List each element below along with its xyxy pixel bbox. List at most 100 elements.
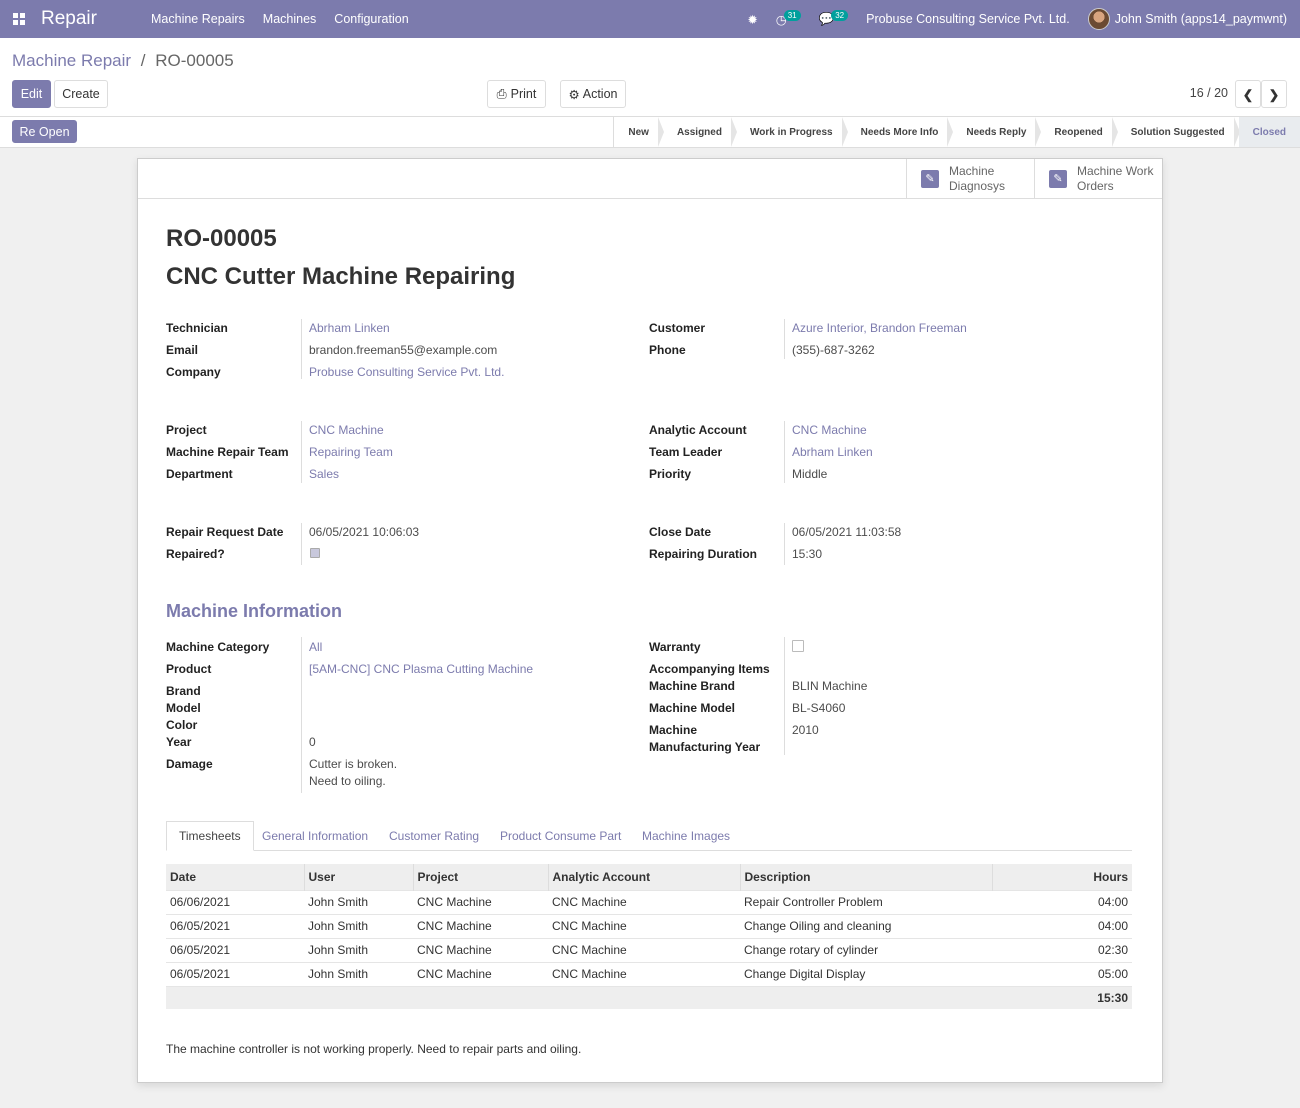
cell-description: Change Digital Display — [740, 961, 992, 986]
tab-general-information[interactable]: General Information — [250, 821, 380, 851]
mfg-year-label-line-2: Manufacturing Year — [649, 740, 761, 754]
tab-customer-rating[interactable]: Customer Rating — [377, 821, 491, 851]
product-label: Product — [166, 662, 212, 676]
print-label: Print — [510, 87, 537, 101]
cell-analytic-account: CNC Machine — [548, 937, 740, 962]
stage-needs-more-info[interactable]: Needs More Info — [847, 117, 954, 147]
user-menu[interactable]: John Smith (apps14_paymwnt) — [1087, 8, 1287, 30]
close-date-field[interactable]: 06/05/2021 11:03:58 — [792, 525, 901, 539]
department-field[interactable]: Sales — [309, 467, 339, 481]
team-leader-field[interactable]: Abrham Linken — [792, 445, 873, 459]
tab-product-consume-part[interactable]: Product Consume Part — [488, 821, 633, 851]
column-description[interactable]: Description — [739, 864, 992, 890]
stage-needs-reply[interactable]: Needs Reply — [952, 117, 1042, 147]
section-title: Machine Information — [166, 601, 343, 621]
project-field[interactable]: CNC Machine — [309, 423, 384, 437]
stage-closed[interactable]: Closed — [1238, 117, 1300, 147]
stage-reopened[interactable]: Reopened — [1040, 117, 1119, 147]
field-divider — [784, 637, 785, 755]
repaired-checkbox[interactable] — [310, 548, 320, 558]
stage-work-in-progress[interactable]: Work in Progress — [736, 117, 848, 147]
warranty-checkbox[interactable] — [792, 640, 804, 652]
bug-icon[interactable]: ✹ — [747, 12, 757, 27]
breadcrumb-current: RO-00005 — [155, 51, 234, 70]
email-field[interactable]: brandon.freeman55@example.com — [309, 343, 497, 357]
column-project[interactable]: Project — [412, 864, 548, 890]
apps-menu-icon[interactable] — [0, 0, 38, 38]
table-row[interactable]: 06/05/2021 John Smith CNC Machine CNC Ma… — [166, 913, 1132, 938]
status-bar: Re Open New Assigned Work in Progress Ne… — [0, 117, 1300, 148]
cell-project: CNC Machine — [413, 889, 548, 914]
chevron-left-icon: ❮ — [1242, 87, 1254, 102]
edit-button[interactable]: Edit — [12, 80, 51, 108]
machine-model-field[interactable]: BL-S4060 — [792, 701, 845, 715]
duration-field[interactable]: 15:30 — [792, 547, 822, 561]
table-row[interactable]: 06/06/2021 John Smith CNC Machine CNC Ma… — [166, 889, 1132, 914]
field-divider — [784, 421, 785, 483]
field-divider — [301, 637, 302, 793]
create-button[interactable]: Create — [54, 80, 108, 108]
company-field[interactable]: Probuse Consulting Service Pvt. Ltd. — [309, 365, 504, 379]
menu-configuration[interactable]: Configuration — [334, 12, 408, 26]
phone-field[interactable]: (355)-687-3262 — [792, 343, 875, 357]
total-hours: 15:30 — [992, 985, 1132, 1009]
column-user[interactable]: User — [303, 864, 413, 890]
pager-next-button[interactable]: ❯ — [1261, 80, 1287, 108]
cell-date: 06/05/2021 — [166, 937, 304, 962]
mfg-year-label-line-1: Machine — [649, 723, 698, 737]
pager-value[interactable]: 16 / 20 — [1190, 86, 1228, 100]
action-button[interactable]: ⚙ Action — [560, 80, 626, 108]
stage-assigned[interactable]: Assigned — [663, 117, 737, 147]
machine-diagnosys-label: Machine Diagnosys — [949, 164, 1005, 194]
year-field[interactable]: 0 — [309, 735, 316, 749]
stage-solution-suggested[interactable]: Solution Suggested — [1117, 117, 1240, 147]
damage-line-1[interactable]: Cutter is broken. — [309, 757, 397, 771]
year-label: Year — [166, 735, 192, 749]
messages-icon[interactable]: 💬 32 — [819, 9, 849, 27]
machine-brand-field[interactable]: BLIN Machine — [792, 679, 867, 693]
close-date-label: Close Date — [649, 525, 712, 539]
repair-team-field[interactable]: Repairing Team — [309, 445, 393, 459]
app-name[interactable]: Repair — [41, 8, 151, 30]
tab-timesheets[interactable]: Timesheets — [166, 821, 254, 851]
machine-category-field[interactable]: All — [309, 640, 322, 654]
cell-date: 06/05/2021 — [166, 961, 304, 986]
cell-description: Repair Controller Problem — [740, 889, 992, 914]
reopen-button[interactable]: Re Open — [12, 120, 77, 143]
breadcrumb-parent[interactable]: Machine Repair — [12, 51, 131, 70]
company-switcher[interactable]: Probuse Consulting Service Pvt. Ltd. — [866, 12, 1070, 26]
column-analytic-account[interactable]: Analytic Account — [547, 864, 740, 890]
table-row[interactable]: 06/05/2021 John Smith CNC Machine CNC Ma… — [166, 937, 1132, 962]
priority-field[interactable]: Middle — [792, 467, 827, 481]
column-date[interactable]: Date — [166, 864, 304, 890]
machine-work-orders-button[interactable]: ✎ Machine Work Orders — [1034, 159, 1162, 199]
activity-icon[interactable]: ◷ 31 — [776, 9, 801, 27]
cell-description: Change Oiling and cleaning — [740, 913, 992, 938]
table-row[interactable]: 06/05/2021 John Smith CNC Machine CNC Ma… — [166, 961, 1132, 986]
machine-model-label: Machine Model — [649, 701, 736, 715]
print-button[interactable]: ⎙ Print — [487, 80, 546, 108]
chevron-right-icon: ❯ — [1268, 87, 1280, 102]
column-hours[interactable]: Hours — [991, 864, 1132, 890]
damage-line-2[interactable]: Need to oiling. — [309, 774, 386, 788]
accompanying-items-label: Accompanying Items — [649, 662, 770, 676]
customer-field[interactable]: Azure Interior, Brandon Freeman — [792, 321, 967, 335]
duration-label: Repairing Duration — [649, 547, 758, 561]
analytic-account-field[interactable]: CNC Machine — [792, 423, 867, 437]
breadcrumb: Machine Repair / RO-00005 — [12, 51, 234, 71]
menu-machines[interactable]: Machines — [263, 12, 317, 26]
cell-project: CNC Machine — [413, 961, 548, 986]
tab-machine-images[interactable]: Machine Images — [630, 821, 742, 851]
technician-field[interactable]: Abrham Linken — [309, 321, 390, 335]
machine-diagnosys-button[interactable]: ✎ Machine Diagnosys — [906, 159, 1034, 199]
request-date-field[interactable]: 06/05/2021 10:06:03 — [309, 525, 419, 539]
record-name[interactable]: CNC Cutter Machine Repairing — [166, 263, 515, 291]
pager-previous-button[interactable]: ❮ — [1235, 80, 1261, 108]
project-label: Project — [166, 423, 207, 437]
smart-button-box: ✎ Machine Diagnosys ✎ Machine Work Orders — [138, 159, 1162, 199]
description-note[interactable]: The machine controller is not working pr… — [166, 1042, 581, 1056]
product-field[interactable]: [5AM-CNC] CNC Plasma Cutting Machine — [309, 662, 533, 676]
stage-new[interactable]: New — [614, 117, 664, 147]
menu-machine-repairs[interactable]: Machine Repairs — [151, 12, 245, 26]
mfg-year-field[interactable]: 2010 — [792, 723, 819, 737]
